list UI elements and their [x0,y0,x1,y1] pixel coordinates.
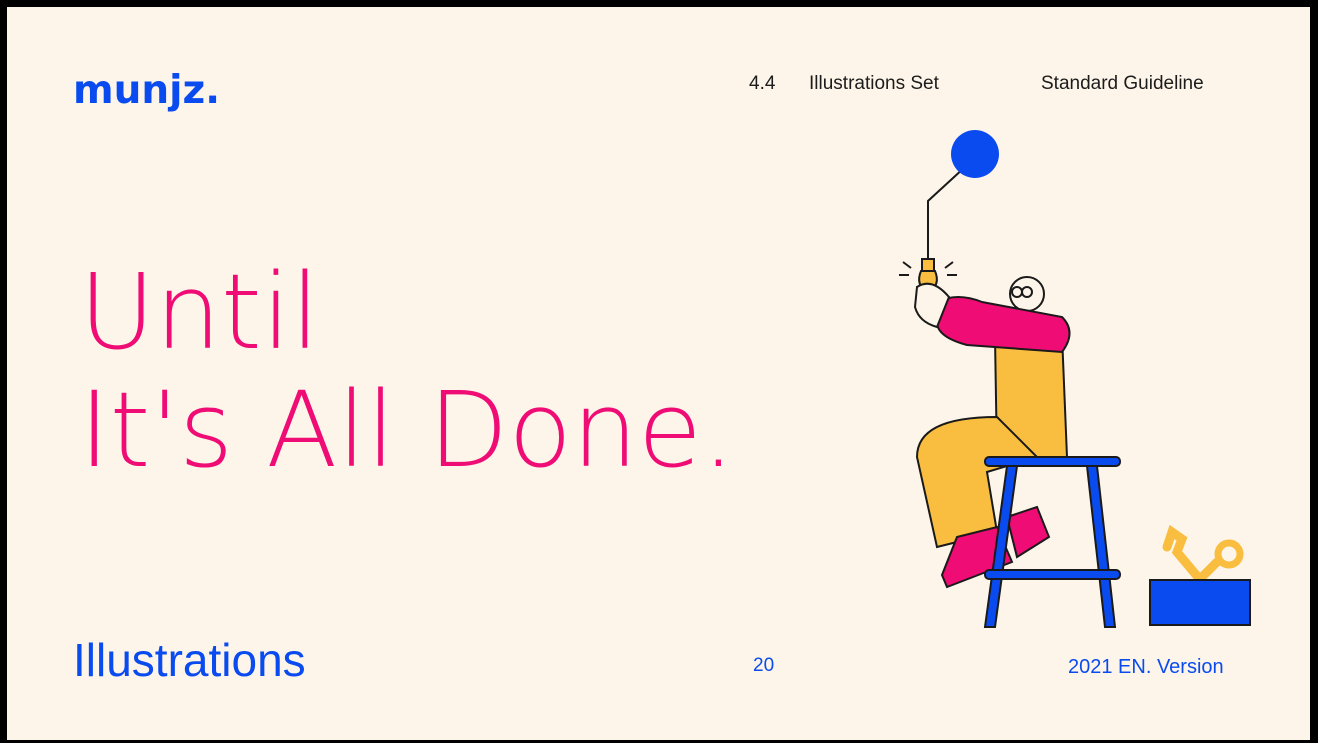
headline: Until It's All Done. [79,253,735,489]
slide: munjz. 4.4 Illustrations Set Standard Gu… [7,7,1310,740]
section-title: Illustrations Set [809,73,939,94]
headline-line-1: Until [79,251,320,373]
illustration [899,130,1251,628]
footer-title: Illustrations [73,634,306,686]
headline-line-2: It's All Done. [79,369,735,491]
toolbox-icon [1149,524,1251,626]
balloon-icon [927,130,999,259]
section-number: 4.4 [749,73,776,94]
guide-title: Standard Guideline [1041,73,1204,94]
stool-icon [983,456,1121,628]
person-icon [913,276,1071,589]
page-number: 20 [753,655,775,676]
version-label: 2021 EN. Version [1068,656,1224,678]
brand-logo: munjz. [73,68,221,113]
